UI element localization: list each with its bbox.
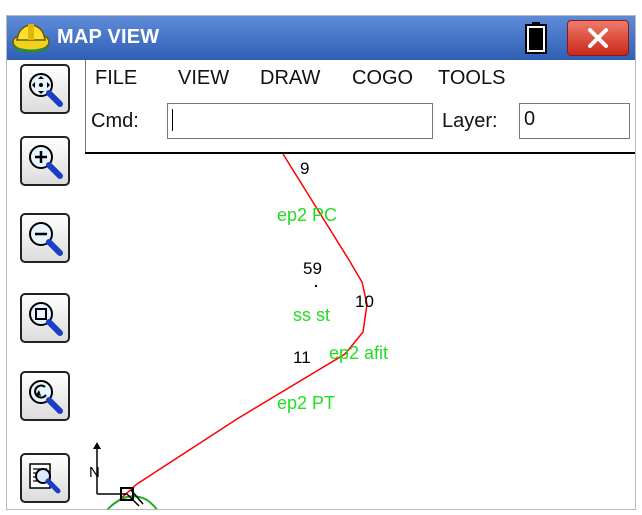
zoom-out-button[interactable] <box>20 213 70 263</box>
battery-icon <box>525 22 547 54</box>
zoom-previous-icon <box>29 380 63 414</box>
point-label-59: 59 <box>303 259 322 278</box>
zoom-window-button[interactable] <box>20 293 70 343</box>
zoom-in-icon <box>29 145 63 179</box>
menu-view[interactable]: VIEW <box>178 67 229 90</box>
text-caret <box>172 109 173 131</box>
map-view-window: MAP VIEW FILE VIEW DRAW COGO TOOLS Cmd: … <box>6 15 636 510</box>
menu-draw[interactable]: DRAW <box>260 67 320 90</box>
map-canvas[interactable]: 9 ep2 PC 59 10 ss st 11 ep2 afit ep2 PT … <box>87 154 635 510</box>
point-label-11: 11 <box>293 348 311 367</box>
feature-label-ss-st: ss st <box>293 305 330 325</box>
layer-input[interactable]: 0 <box>519 103 630 139</box>
hardhat-app-icon[interactable] <box>11 20 51 54</box>
zoom-out-icon <box>29 222 63 256</box>
north-arrow: N <box>89 442 127 495</box>
map-details-button[interactable] <box>20 453 70 503</box>
zoom-previous-button[interactable] <box>20 371 70 421</box>
menu-file[interactable]: FILE <box>95 67 137 90</box>
survey-point <box>314 284 318 288</box>
zoom-in-button[interactable] <box>20 136 70 186</box>
zoom-extents-button[interactable] <box>20 64 70 114</box>
north-label: N <box>89 464 100 481</box>
cmd-input[interactable] <box>167 103 433 139</box>
zoom-window-icon <box>29 302 63 336</box>
layer-value: 0 <box>524 108 536 130</box>
feature-label-ep2-pt: ep2 PT <box>277 393 335 413</box>
zoom-extents-icon <box>29 73 63 107</box>
menu-tools[interactable]: TOOLS <box>438 67 505 90</box>
title-bar: MAP VIEW <box>7 16 635 60</box>
toolbar-divider <box>85 60 86 154</box>
window-title: MAP VIEW <box>57 26 160 48</box>
feature-label-ep2-pc: ep2 PC <box>277 205 337 225</box>
close-button[interactable] <box>567 20 629 56</box>
point-label-9: 9 <box>300 159 309 178</box>
survey-marker-cluster <box>106 487 158 509</box>
feature-label-ep2-afit: ep2 afit <box>329 343 388 363</box>
command-row: Cmd: Layer: 0 <box>87 98 635 144</box>
map-details-icon <box>29 463 61 494</box>
menu-cogo[interactable]: COGO <box>352 67 413 90</box>
layer-label: Layer: <box>442 110 498 132</box>
menu-bar: FILE VIEW DRAW COGO TOOLS <box>87 60 635 98</box>
zoom-toolbar <box>7 60 85 509</box>
cmd-label: Cmd: <box>91 110 139 132</box>
point-label-10: 10 <box>355 292 374 311</box>
close-icon <box>588 28 608 48</box>
